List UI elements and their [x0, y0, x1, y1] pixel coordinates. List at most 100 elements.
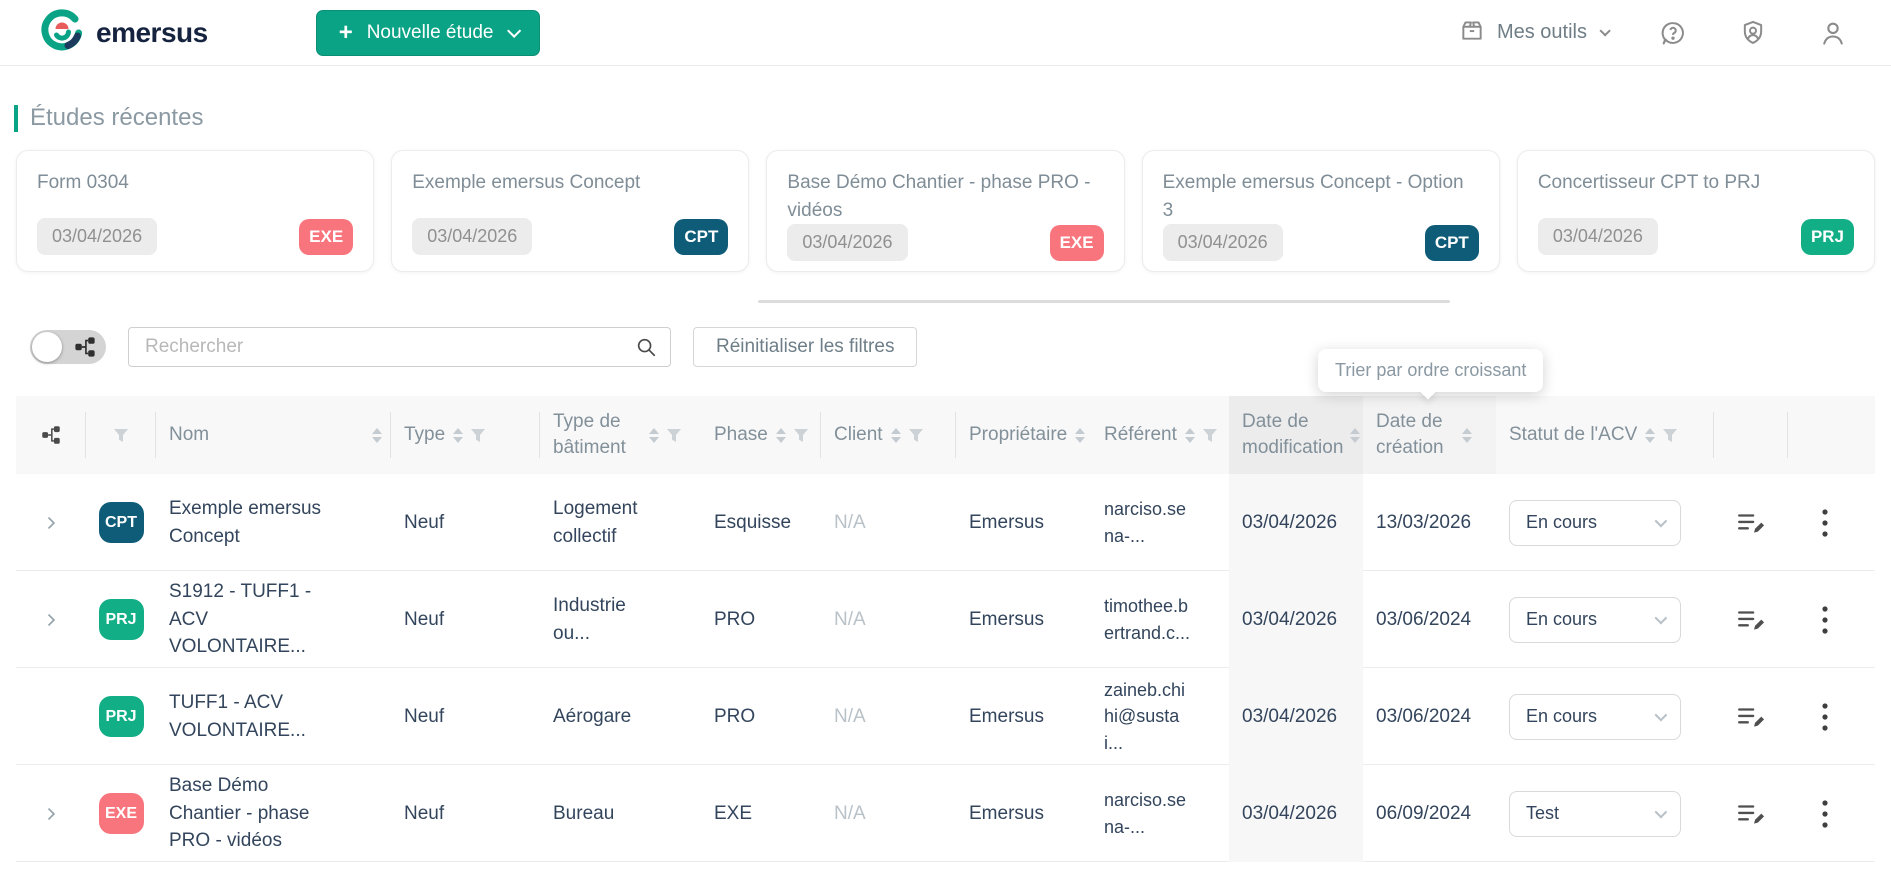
column-header-client: Client: [821, 412, 956, 458]
recent-studies-cards: Form 0304 03/04/2026 EXE Exemple emersus…: [16, 150, 1876, 272]
study-phase-badge: EXE: [299, 218, 354, 255]
admin-shield-button[interactable]: [1739, 19, 1767, 47]
expand-row-button[interactable]: [41, 610, 61, 630]
filter-icon[interactable]: [793, 428, 808, 442]
sort-icon[interactable]: [890, 427, 901, 443]
column-header-date-created: Date de création: [1363, 396, 1496, 474]
filter-icon[interactable]: [471, 428, 486, 442]
phase: PRO: [714, 705, 756, 727]
edit-study-button[interactable]: [1736, 510, 1766, 536]
expand-row-button[interactable]: [41, 804, 61, 824]
brand-logo[interactable]: emersus: [40, 8, 208, 57]
edit-icon: [1738, 513, 1765, 533]
sort-icon[interactable]: [775, 427, 786, 443]
study-name[interactable]: Exemple emersus Concept: [156, 495, 351, 550]
kebab-menu-icon: [1821, 799, 1828, 828]
acv-status-select[interactable]: En cours: [1509, 499, 1681, 546]
study-name[interactable]: S1912 - TUFF1 - ACV VOLONTAIRE...: [156, 578, 351, 661]
expand-row-button[interactable]: [41, 513, 61, 533]
building-type: Aérogare: [553, 705, 632, 727]
edit-study-button[interactable]: [1736, 704, 1766, 730]
column-header-acv-status: Statut de l'ACV: [1496, 412, 1714, 458]
column-label: Nom: [169, 424, 210, 446]
phase-badge[interactable]: PRJ: [98, 696, 144, 737]
column-label: Propriétaire: [969, 424, 1068, 446]
tree-view-toggle[interactable]: [30, 330, 106, 364]
row-menu-button[interactable]: [1821, 605, 1829, 635]
phase: Esquisse: [714, 511, 792, 533]
account-button[interactable]: [1819, 19, 1847, 47]
study-date: 03/04/2026: [412, 218, 533, 255]
sort-icon[interactable]: [1075, 427, 1086, 443]
date-modified: 03/04/2026: [1242, 705, 1338, 727]
edit-study-button[interactable]: [1736, 607, 1766, 633]
date-created: 03/06/2024: [1376, 705, 1472, 727]
new-study-button[interactable]: + Nouvelle étude: [315, 9, 541, 56]
study-date: 03/04/2026: [787, 224, 908, 262]
table-row: EXE Base Démo Chantier - phase PRO - vid…: [16, 765, 1875, 862]
kebab-menu-icon: [1821, 702, 1828, 731]
topbar-actions: Mes outils: [1459, 17, 1847, 49]
referent: narciso.sena-...: [1104, 499, 1187, 546]
sort-icon[interactable]: [649, 427, 659, 443]
phase-badge[interactable]: PRJ: [98, 599, 144, 640]
study-type: Neuf: [404, 608, 445, 630]
cards-scrollbar[interactable]: [758, 300, 1450, 303]
study-name[interactable]: Base Démo Chantier - phase PRO - vidéos: [156, 772, 351, 855]
search-icon: [637, 338, 656, 357]
study-date: 03/04/2026: [1162, 224, 1283, 262]
sort-icon[interactable]: [453, 427, 464, 443]
chevron-down-icon: [1599, 24, 1611, 37]
chevron-right-icon: [47, 516, 56, 529]
acv-status-select[interactable]: Test: [1509, 790, 1681, 837]
row-menu-button[interactable]: [1821, 799, 1829, 829]
row-menu-button[interactable]: [1821, 508, 1829, 538]
study-name[interactable]: TUFF1 - ACV VOLONTAIRE...: [156, 689, 351, 744]
filter-icon[interactable]: [1663, 428, 1678, 442]
sort-tooltip: Trier par ordre croissant: [1318, 349, 1544, 392]
my-tools-menu[interactable]: Mes outils: [1459, 17, 1611, 49]
sort-icon[interactable]: [1462, 427, 1472, 443]
plus-icon: +: [338, 18, 353, 46]
owner: Emersus: [969, 705, 1044, 727]
sort-icon[interactable]: [1645, 427, 1656, 443]
phase-badge[interactable]: EXE: [98, 793, 144, 834]
column-label: Type de bâtiment: [553, 411, 626, 458]
column-header-referent: Référent: [1091, 412, 1229, 458]
chevron-down-icon: [1654, 611, 1668, 625]
filter-icon[interactable]: [908, 428, 923, 442]
reset-filters-button[interactable]: Réinitialiser les filtres: [693, 327, 918, 367]
dashboard-page: emersus + Nouvelle étude Mes outils Étud…: [0, 0, 1891, 871]
date-created: 13/03/2026: [1376, 511, 1472, 533]
owner: Emersus: [969, 802, 1044, 824]
date-modified: 03/04/2026: [1242, 511, 1338, 533]
accent-bar: [14, 104, 18, 132]
tree-column-header[interactable]: [16, 412, 86, 458]
column-label: Type: [404, 424, 446, 446]
study-card[interactable]: Exemple emersus Concept 03/04/2026 CPT: [391, 150, 750, 272]
column-header-name: Nom: [156, 412, 391, 458]
sort-icon[interactable]: [1350, 427, 1360, 443]
sort-icon[interactable]: [1184, 427, 1195, 443]
filter-icon[interactable]: [667, 428, 681, 442]
help-button[interactable]: [1659, 19, 1687, 47]
study-card[interactable]: Form 0304 03/04/2026 EXE: [16, 150, 375, 272]
recent-studies-header: Études récentes: [14, 104, 1891, 132]
acv-status-select[interactable]: En cours: [1509, 693, 1681, 740]
phase-badge[interactable]: CPT: [98, 502, 144, 543]
study-card[interactable]: Concertisseur CPT to PRJ 03/04/2026 PRJ: [1516, 150, 1876, 272]
edit-study-button[interactable]: [1736, 801, 1766, 827]
filter-icon[interactable]: [113, 428, 128, 442]
row-menu-button[interactable]: [1821, 702, 1829, 732]
search-input[interactable]: [128, 327, 671, 367]
kebab-menu-icon: [1821, 605, 1828, 634]
acv-status-select[interactable]: En cours: [1509, 596, 1681, 643]
chevron-right-icon: [47, 807, 56, 820]
study-card[interactable]: Base Démo Chantier - phase PRO - vidéos …: [766, 150, 1125, 272]
column-header-edit: [1714, 412, 1788, 458]
sort-icon[interactable]: [372, 427, 382, 443]
emersus-logo-icon: [40, 8, 84, 57]
study-card-title: Exemple emersus Concept - Option 3: [1162, 172, 1464, 221]
study-card[interactable]: Exemple emersus Concept - Option 3 03/04…: [1141, 150, 1500, 272]
filter-icon[interactable]: [1202, 428, 1217, 442]
